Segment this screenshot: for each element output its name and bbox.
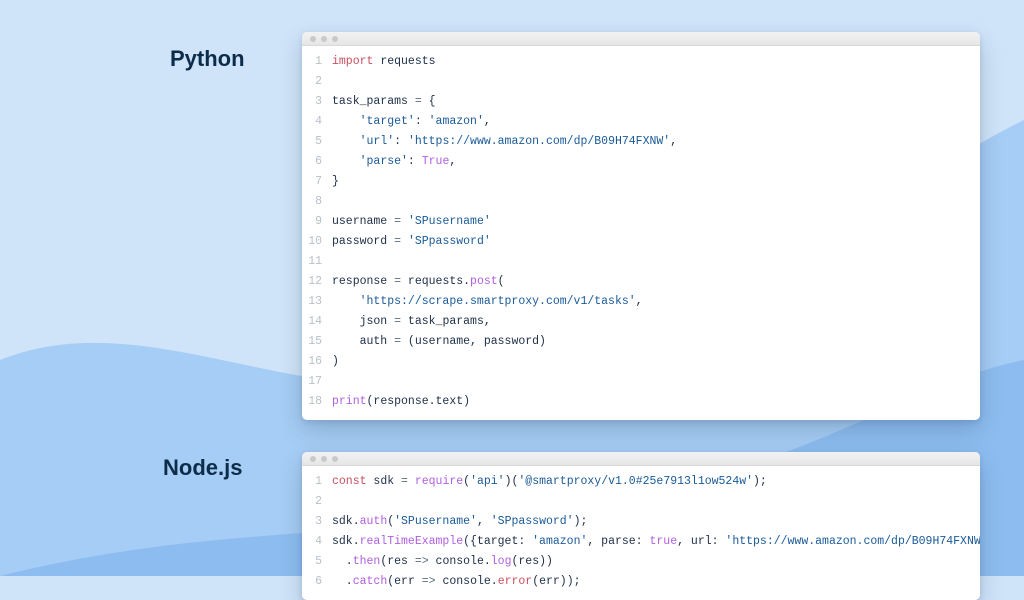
code-line: 6 'parse': True, <box>302 152 980 172</box>
line-number: 15 <box>302 332 332 352</box>
code-text: task_params = { <box>332 92 980 112</box>
python-code-window: 1import requests23task_params = {4 'targ… <box>302 32 980 420</box>
code-line: 11 <box>302 252 980 272</box>
window-titlebar <box>302 32 980 46</box>
line-number: 3 <box>302 92 332 112</box>
code-text: sdk.realTimeExample({target: 'amazon', p… <box>332 532 980 552</box>
code-text: response = requests.post( <box>332 272 980 292</box>
code-text <box>332 372 980 392</box>
line-number: 12 <box>302 272 332 292</box>
line-number: 3 <box>302 512 332 532</box>
code-text: ) <box>332 352 980 372</box>
code-text: .then(res => console.log(res)) <box>332 552 980 572</box>
code-line: 18print(response.text) <box>302 392 980 412</box>
python-label: Python <box>170 46 245 72</box>
window-titlebar <box>302 452 980 466</box>
code-line: 4sdk.realTimeExample({target: 'amazon', … <box>302 532 980 552</box>
window-dot-icon <box>310 456 316 462</box>
line-number: 14 <box>302 312 332 332</box>
code-text: sdk.auth('SPusername', 'SPpassword'); <box>332 512 980 532</box>
code-text <box>332 492 980 512</box>
code-line: 7} <box>302 172 980 192</box>
code-text <box>332 192 980 212</box>
code-line: 8 <box>302 192 980 212</box>
code-line: 16) <box>302 352 980 372</box>
code-line: 5 'url': 'https://www.amazon.com/dp/B09H… <box>302 132 980 152</box>
line-number: 6 <box>302 572 332 592</box>
code-text: .catch(err => console.error(err)); <box>332 572 980 592</box>
line-number: 4 <box>302 112 332 132</box>
code-text: auth = (username, password) <box>332 332 980 352</box>
code-line: 2 <box>302 72 980 92</box>
code-line: 5 .then(res => console.log(res)) <box>302 552 980 572</box>
code-text: 'target': 'amazon', <box>332 112 980 132</box>
code-line: 1const sdk = require('api')('@smartproxy… <box>302 472 980 492</box>
window-dot-icon <box>332 36 338 42</box>
line-number: 9 <box>302 212 332 232</box>
code-line: 15 auth = (username, password) <box>302 332 980 352</box>
code-line: 13 'https://scrape.smartproxy.com/v1/tas… <box>302 292 980 312</box>
code-text <box>332 252 980 272</box>
code-text: username = 'SPusername' <box>332 212 980 232</box>
line-number: 1 <box>302 52 332 72</box>
line-number: 4 <box>302 532 332 552</box>
python-code-block: 1import requests23task_params = {4 'targ… <box>302 46 980 420</box>
code-text: 'https://scrape.smartproxy.com/v1/tasks'… <box>332 292 980 312</box>
code-line: 12response = requests.post( <box>302 272 980 292</box>
code-line: 3task_params = { <box>302 92 980 112</box>
code-text: import requests <box>332 52 980 72</box>
code-line: 4 'target': 'amazon', <box>302 112 980 132</box>
line-number: 16 <box>302 352 332 372</box>
line-number: 11 <box>302 252 332 272</box>
code-text: json = task_params, <box>332 312 980 332</box>
line-number: 5 <box>302 132 332 152</box>
code-line: 17 <box>302 372 980 392</box>
node-label: Node.js <box>163 455 242 481</box>
code-text <box>332 72 980 92</box>
line-number: 13 <box>302 292 332 312</box>
window-dot-icon <box>321 36 327 42</box>
code-text: 'url': 'https://www.amazon.com/dp/B09H74… <box>332 132 980 152</box>
code-line: 14 json = task_params, <box>302 312 980 332</box>
line-number: 6 <box>302 152 332 172</box>
code-text: } <box>332 172 980 192</box>
line-number: 2 <box>302 72 332 92</box>
code-text: password = 'SPpassword' <box>332 232 980 252</box>
code-line: 9username = 'SPusername' <box>302 212 980 232</box>
node-code-block: 1const sdk = require('api')('@smartproxy… <box>302 466 980 600</box>
code-line: 1import requests <box>302 52 980 72</box>
code-text: print(response.text) <box>332 392 980 412</box>
code-text: const sdk = require('api')('@smartproxy/… <box>332 472 980 492</box>
code-text: 'parse': True, <box>332 152 980 172</box>
line-number: 18 <box>302 392 332 412</box>
line-number: 5 <box>302 552 332 572</box>
node-code-window: 1const sdk = require('api')('@smartproxy… <box>302 452 980 600</box>
window-dot-icon <box>310 36 316 42</box>
window-dot-icon <box>321 456 327 462</box>
code-line: 10password = 'SPpassword' <box>302 232 980 252</box>
line-number: 7 <box>302 172 332 192</box>
line-number: 17 <box>302 372 332 392</box>
line-number: 1 <box>302 472 332 492</box>
line-number: 8 <box>302 192 332 212</box>
line-number: 2 <box>302 492 332 512</box>
line-number: 10 <box>302 232 332 252</box>
window-dot-icon <box>332 456 338 462</box>
code-line: 3sdk.auth('SPusername', 'SPpassword'); <box>302 512 980 532</box>
code-line: 2 <box>302 492 980 512</box>
code-line: 6 .catch(err => console.error(err)); <box>302 572 980 592</box>
